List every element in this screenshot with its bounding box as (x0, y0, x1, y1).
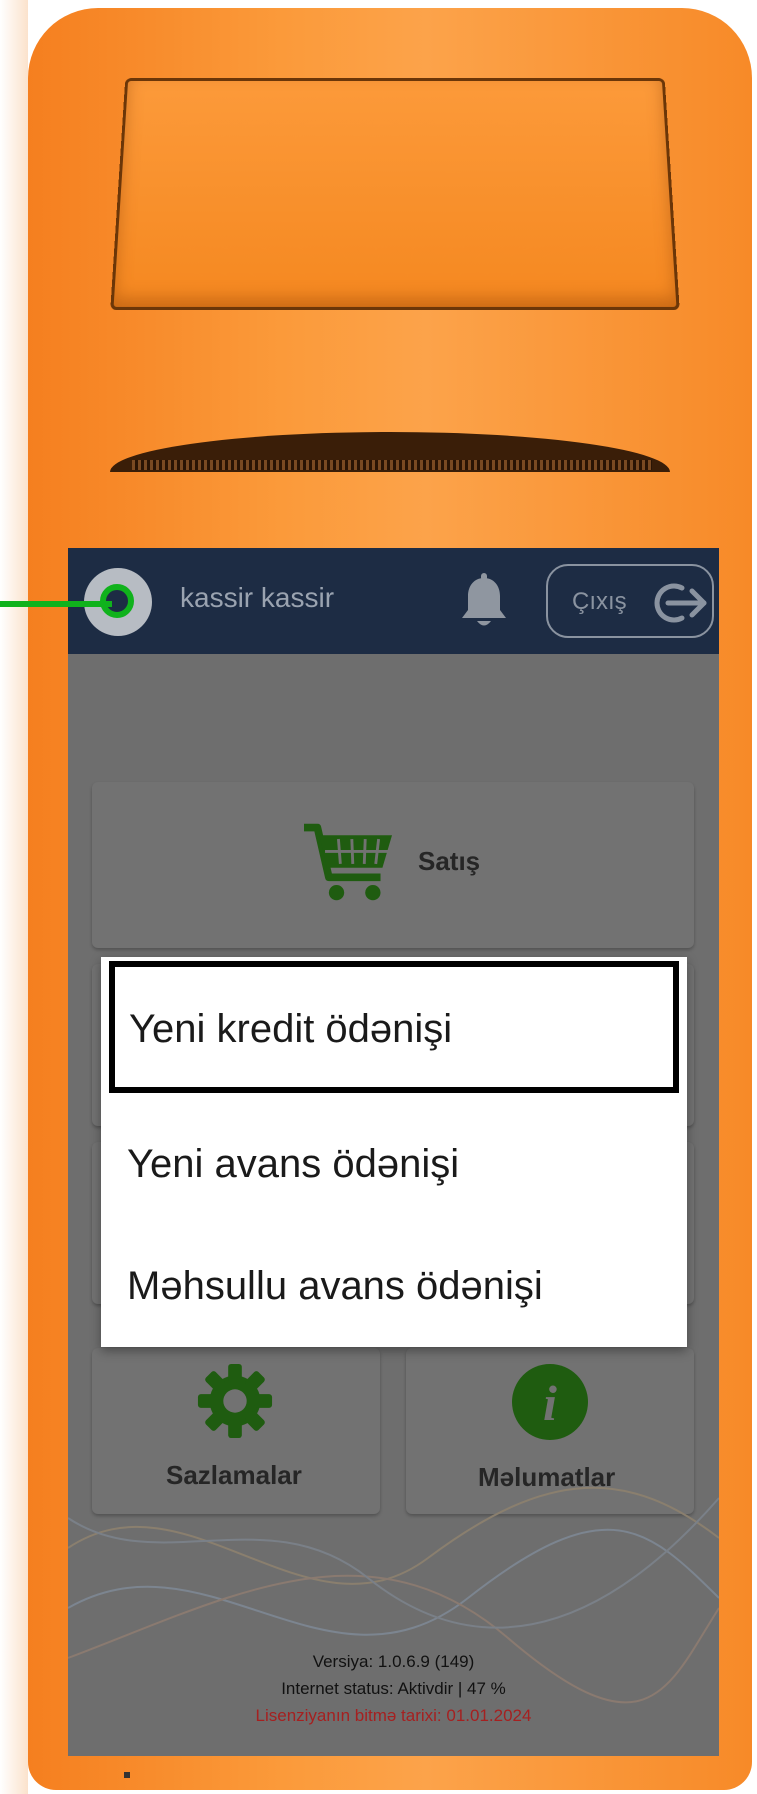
pointer-line (0, 601, 112, 607)
menu-item-new-advance-payment[interactable]: Yeni avans ödənişi (101, 1103, 687, 1225)
menu-item-product-advance-payment[interactable]: Məhsullu avans ödənişi (101, 1225, 687, 1347)
paper-cutter-teeth (132, 460, 652, 470)
logout-label: Çıxış (572, 588, 627, 615)
background-edge (0, 0, 28, 1794)
pointer-ring (100, 584, 134, 618)
bell-icon[interactable] (456, 572, 512, 632)
menu-item-new-credit-payment[interactable]: Yeni kredit ödənişi (109, 961, 679, 1093)
sales-tile[interactable]: Satış (92, 782, 694, 948)
username-label: kassir kassir (180, 582, 335, 613)
logout-arrow-icon (654, 583, 707, 623)
license-expiry-text: Lisenziyanın bitmə tarixi: 01.01.2024 (255, 1706, 532, 1725)
version-text: Versiya: 1.0.6.9 (149) (312, 1652, 475, 1671)
top-bar: kassir kassir Çıxış (68, 548, 719, 654)
internet-status-text: Internet status: Aktivdir | 47 % (281, 1679, 506, 1698)
logout-button[interactable]: Çıxış (546, 564, 714, 638)
device-dot (124, 1772, 130, 1778)
sales-label: Satış (418, 846, 481, 876)
payment-type-menu: Yeni kredit ödənişi Yeni avans ödənişi M… (101, 957, 687, 1347)
shopping-cart-icon (304, 823, 392, 901)
printer-lid (110, 78, 680, 311)
